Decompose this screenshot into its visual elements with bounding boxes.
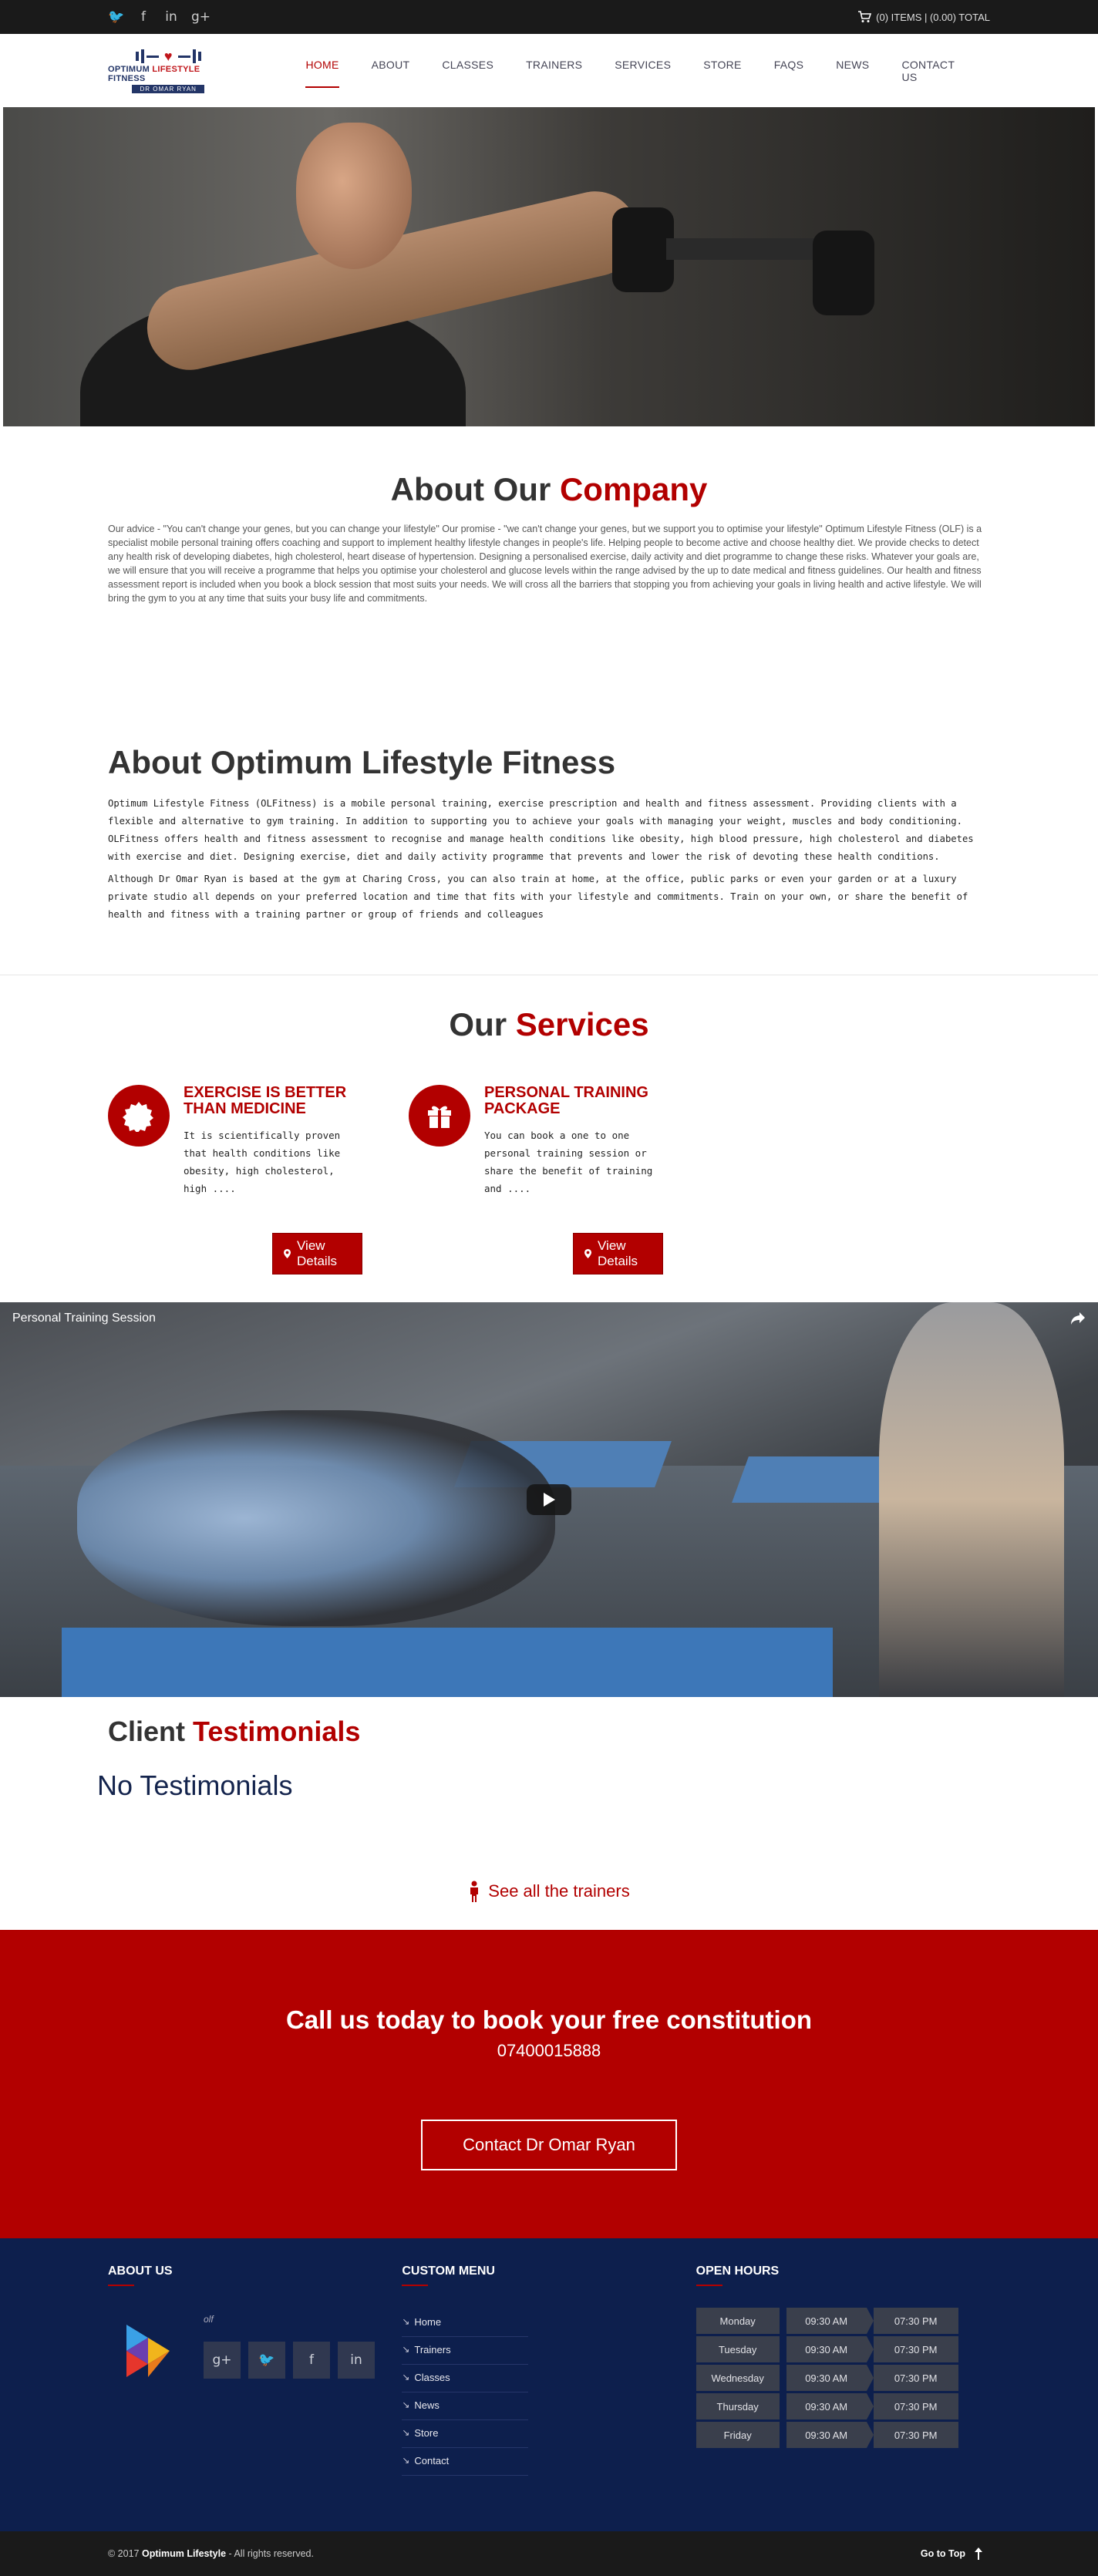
arrow-up-icon [975,2547,982,2560]
service-text: It is scientifically proven that health … [184,1130,341,1194]
footer-menu-item-classes[interactable]: ↘ Classes [402,2365,529,2392]
arrow-icon: ↘ [402,2399,410,2410]
video-title[interactable]: Personal Training Session [12,1312,156,1325]
logo-title: OPTIMUM LIFESTYLE FITNESS [108,65,200,83]
nav-trainers[interactable]: TRAINERS [526,54,582,88]
cart-summary[interactable]: (0) ITEMS | (0.00) TOTAL [857,11,990,23]
footer-logo-icon [126,2325,170,2377]
site-logo[interactable]: ♥ OPTIMUM LIFESTYLE FITNESS DR OMAR RYAN [108,48,228,94]
nav-store[interactable]: STORE [703,54,741,88]
nav-news[interactable]: NEWS [836,54,869,88]
badge-icon [108,1085,170,1147]
nav-faqs[interactable]: FAQS [774,54,804,88]
arrow-icon: ↘ [402,2344,410,2355]
footer-menu: CUSTOM MENU ↘ Home ↘ Trainers ↘ Classes ↘ Ne… [402,2265,696,2531]
social-links: 🐦 f in g+ [108,9,211,25]
google-plus-icon[interactable]: g+ [204,2342,241,2379]
arrow-icon: ↘ [402,2316,410,2327]
hours-row: Wednesday 09:30 AM 07:30 PM [696,2365,990,2391]
footer-menu-item-trainers[interactable]: ↘ Trainers [402,2337,529,2365]
services-title: Our Services [449,1006,649,1042]
footer-about-title: ABOUT US [108,2265,402,2286]
testimonials-section: Client Testimonials No Testimonials [0,1697,1098,1825]
cta-phone[interactable]: 07400015888 [0,2041,1098,2061]
footer-hours-title: OPEN HOURS [696,2265,990,2286]
hours-row: Monday 09:30 AM 07:30 PM [696,2308,990,2334]
about-company-text: Our advice - "You can't change your gene… [108,524,982,604]
footer-about-caption: olf [204,2314,214,2325]
footer-menu-item-news[interactable]: ↘ News [402,2392,529,2420]
google-plus-icon[interactable]: g+ [191,9,211,25]
arrow-icon: ↘ [402,2427,410,2438]
see-all-trainers-link[interactable]: See all the trainers [0,1825,1098,1930]
map-marker-icon [284,1248,291,1259]
footer-hours: OPEN HOURS Monday 09:30 AM 07:30 PM Tuesda… [696,2265,990,2531]
gift-icon [409,1085,470,1147]
hours-row: Thursday 09:30 AM 07:30 PM [696,2393,990,2419]
testimonials-title: Client Testimonials [108,1716,361,1747]
site-header: ♥ OPTIMUM LIFESTYLE FITNESS DR OMAR RYAN… [0,34,1098,107]
video-player[interactable]: Personal Training Session [0,1302,1098,1697]
about-olf-paragraph-1: Optimum Lifestyle Fitness (OLFitness) is… [108,798,974,862]
footer-social-links: g+ 🐦 f in [204,2342,375,2379]
no-testimonials-text: No Testimonials [97,1770,293,1801]
site-footer: ABOUT US olf g+ 🐦 f in CUSTOM MENU ↘ Hom… [0,2238,1098,2531]
main-nav: HOME ABOUT CLASSES TRAINERS SERVICES STO… [305,54,990,88]
hours-row: Friday 09:30 AM 07:30 PM [696,2422,990,2448]
arrow-icon: ↘ [402,2372,410,2382]
footer-about: ABOUT US olf g+ 🐦 f in [108,2265,402,2531]
twitter-icon[interactable]: 🐦 [108,9,124,25]
twitter-icon[interactable]: 🐦 [248,2342,285,2379]
service-card: EXERCISE IS BETTER THAN MEDICINE It is s… [108,1085,362,1275]
cart-text: (0) ITEMS | (0.00) TOTAL [876,11,990,23]
nav-about[interactable]: ABOUT [372,54,410,88]
about-company-section: About Our Company Our advice - "You can'… [0,426,1098,652]
footer-menu-item-home[interactable]: ↘ Home [402,2309,529,2337]
nav-home[interactable]: HOME [305,54,339,88]
map-marker-icon [584,1248,592,1259]
arrow-icon: ↘ [402,2455,410,2466]
call-to-action-section: Call us today to book your free constitu… [0,1930,1098,2238]
bottom-bar: © 2017 Optimum Lifestyle - All rights re… [0,2531,1098,2576]
services-section: Our Services EXERCISE IS BETTER THAN MED… [0,975,1098,1302]
facebook-icon[interactable]: f [136,9,151,25]
nav-classes[interactable]: CLASSES [442,54,493,88]
person-icon [470,1881,479,1902]
nav-services[interactable]: SERVICES [615,54,671,88]
logo-dumbbell-icon: ♥ [135,48,201,65]
linkedin-icon[interactable]: in [163,9,179,25]
service-title: PERSONAL TRAINING PACKAGE [484,1084,648,1117]
copyright-text: © 2017 Optimum Lifestyle - All rights re… [108,2548,314,2559]
share-icon[interactable] [1070,1312,1086,1325]
go-to-top-button[interactable]: Go to Top [921,2547,982,2560]
nav-contact-us[interactable]: CONTACT US [901,54,958,88]
view-details-button[interactable]: View Details [573,1233,663,1275]
footer-menu-title: CUSTOM MENU [402,2265,696,2286]
footer-menu-item-store[interactable]: ↘ Store [402,2420,529,2448]
hours-row: Tuesday 09:30 AM 07:30 PM [696,2336,990,2362]
play-icon [544,1493,555,1507]
cta-heading: Call us today to book your free constitu… [285,2005,813,2034]
about-olf-section: About Optimum Lifestyle Fitness Optimum … [0,652,1098,975]
view-details-button[interactable]: View Details [272,1233,362,1275]
logo-subtitle: DR OMAR RYAN [132,85,204,93]
footer-menu-item-contact[interactable]: ↘ Contact [402,2448,529,2476]
service-card: PERSONAL TRAINING PACKAGE You can book a… [409,1085,663,1275]
cart-icon [858,11,872,22]
top-bar: 🐦 f in g+ (0) ITEMS | (0.00) TOTAL [0,0,1098,34]
about-olf-paragraph-2: Although Dr Omar Ryan is based at the gy… [108,874,968,920]
hero-image [3,107,1095,426]
play-button[interactable] [527,1484,571,1515]
contact-button[interactable]: Contact Dr Omar Ryan [421,2120,677,2170]
linkedin-icon[interactable]: in [338,2342,375,2379]
about-olf-title: About Optimum Lifestyle Fitness [108,744,616,780]
service-title: EXERCISE IS BETTER THAN MEDICINE [184,1084,347,1117]
facebook-icon[interactable]: f [293,2342,330,2379]
service-text: You can book a one to one personal train… [484,1130,653,1194]
about-company-title: About Our Company [390,471,708,507]
